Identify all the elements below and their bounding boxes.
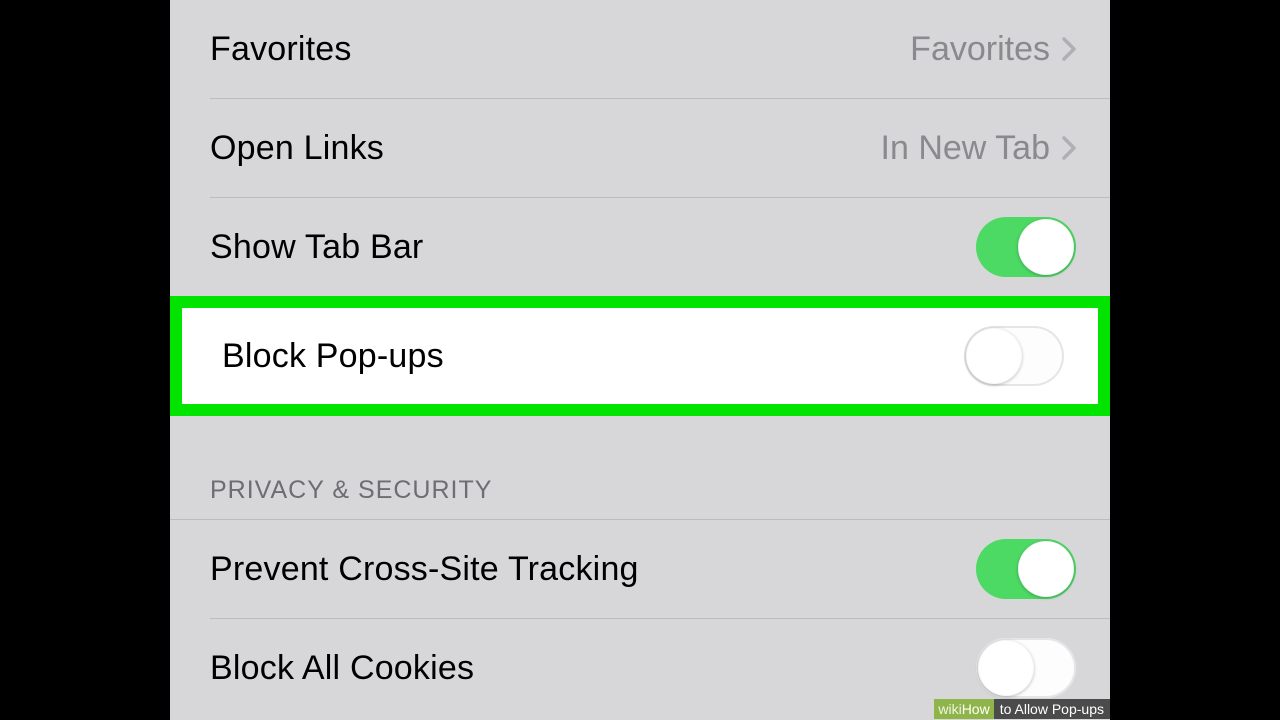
- section-gap: [170, 416, 1110, 476]
- toggle-knob: [1018, 541, 1074, 597]
- favorites-value: Favorites: [910, 30, 1050, 69]
- watermark-title: to Allow Pop-ups: [994, 699, 1110, 719]
- settings-screen: Favorites Favorites Open Links In New Ta…: [170, 0, 1110, 720]
- row-prevent-tracking: Prevent Cross-Site Tracking: [170, 520, 1110, 618]
- toggle-knob: [1018, 219, 1074, 275]
- highlight-block-popups: Block Pop-ups: [170, 296, 1110, 416]
- row-favorites[interactable]: Favorites Favorites: [170, 0, 1110, 98]
- open-links-value: In New Tab: [881, 129, 1050, 168]
- favorites-value-wrap: Favorites: [910, 30, 1076, 69]
- open-links-value-wrap: In New Tab: [881, 129, 1076, 168]
- chevron-right-icon: [1062, 136, 1076, 160]
- row-block-popups: Block Pop-ups: [182, 308, 1098, 404]
- prevent-tracking-label: Prevent Cross-Site Tracking: [210, 550, 639, 589]
- show-tab-bar-label: Show Tab Bar: [210, 228, 423, 267]
- prevent-tracking-toggle[interactable]: [976, 539, 1076, 599]
- block-cookies-toggle[interactable]: [976, 638, 1076, 698]
- toggle-knob: [978, 640, 1034, 696]
- toggle-knob: [966, 328, 1022, 384]
- watermark: wikiHow to Allow Pop-ups: [934, 698, 1110, 720]
- block-cookies-label: Block All Cookies: [210, 649, 474, 688]
- privacy-section-header: PRIVACY & SECURITY: [170, 476, 1110, 519]
- show-tab-bar-toggle[interactable]: [976, 217, 1076, 277]
- block-popups-toggle[interactable]: [964, 326, 1064, 386]
- row-show-tab-bar: Show Tab Bar: [170, 198, 1110, 296]
- watermark-brand: wikiHow: [934, 699, 993, 719]
- settings-list: Favorites Favorites Open Links In New Ta…: [170, 0, 1110, 717]
- open-links-label: Open Links: [210, 129, 384, 168]
- favorites-label: Favorites: [210, 30, 352, 69]
- chevron-right-icon: [1062, 37, 1076, 61]
- block-popups-label: Block Pop-ups: [222, 337, 444, 376]
- row-open-links[interactable]: Open Links In New Tab: [170, 99, 1110, 197]
